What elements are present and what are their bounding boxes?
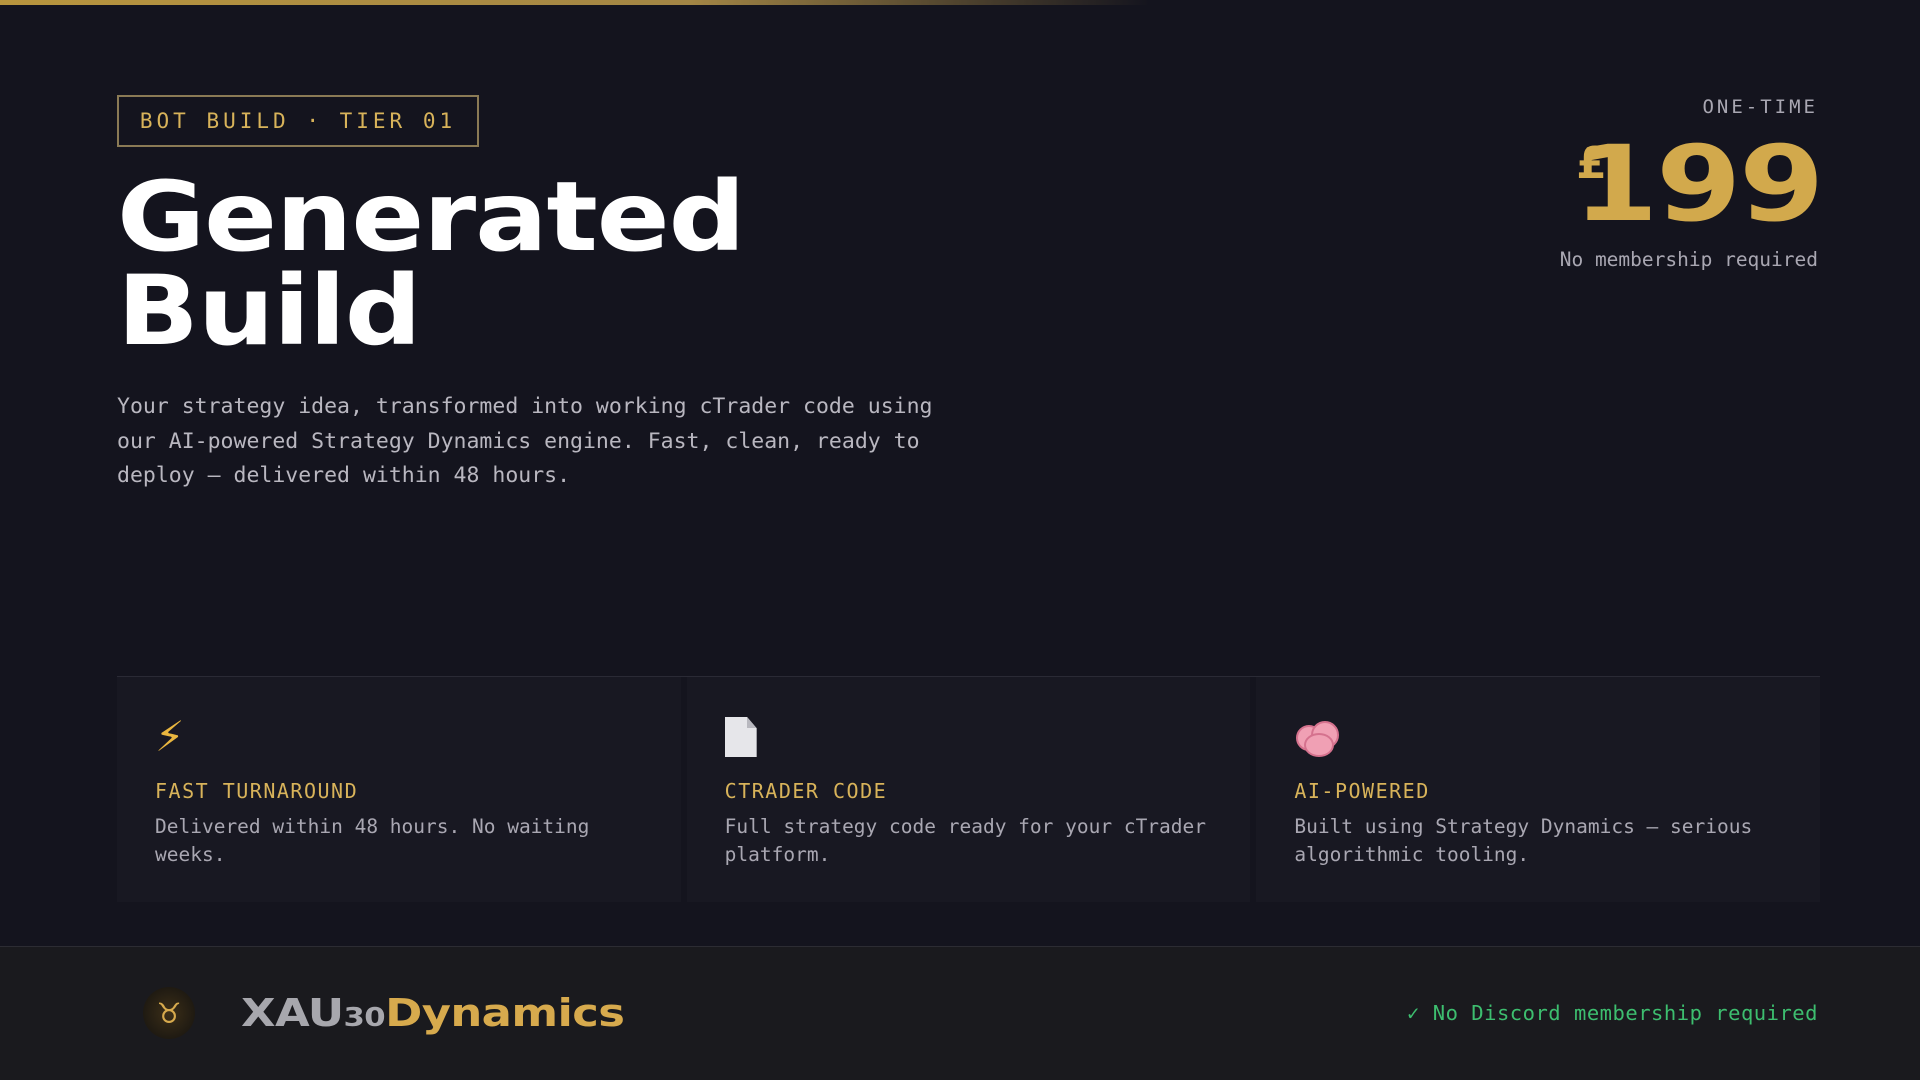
tier-badge: BOT BUILD · TIER 01	[117, 95, 479, 147]
price-note: No membership required	[1559, 248, 1818, 271]
discord-membership-note: ✓ No Discord membership required	[1407, 1001, 1818, 1025]
feature-card-fast-turnaround: ⚡ FAST TURNAROUND Delivered within 48 ho…	[117, 677, 681, 902]
page-title: Generated Build	[117, 161, 746, 367]
top-accent-bar	[0, 0, 1150, 5]
feature-title: CTRADER CODE	[724, 779, 888, 803]
brand-name-part-3: Dynamics	[385, 991, 625, 1035]
hero-description: Your strategy idea, transformed into wor…	[117, 394, 933, 488]
feature-text: Built using Strategy Dynamics — serious …	[1294, 815, 1753, 866]
page-title-line-1: Generated	[117, 161, 746, 273]
page-title-line-2: Build	[117, 255, 422, 367]
lightning-bolt-icon: ⚡	[155, 712, 185, 761]
brand-name: XAU30Dynamics	[241, 989, 625, 1042]
feature-text: Full strategy code ready for your cTrade…	[724, 815, 1207, 866]
brand-name-part-1: XAU	[241, 991, 344, 1035]
feature-title: AI-POWERED	[1294, 779, 1430, 803]
feature-card-ctrader-code: CTRADER CODE Full strategy code ready fo…	[686, 677, 1251, 902]
brain-icon	[1294, 715, 1340, 759]
feature-card-ai-powered: AI-POWERED Built using Strategy Dynamics…	[1256, 677, 1821, 902]
price-amount: 199	[1572, 123, 1824, 245]
document-icon	[724, 715, 765, 759]
price-type-label: ONE-TIME	[1702, 96, 1818, 118]
brand-name-part-2: 30	[343, 1003, 386, 1033]
product-page: BOT BUILD · TIER 01 Generated Build Your…	[0, 0, 1920, 1080]
bull-logo-icon: ♉	[143, 987, 195, 1039]
feature-text: Delivered within 48 hours. No waiting we…	[155, 815, 590, 866]
feature-list: ⚡ FAST TURNAROUND Delivered within 48 ho…	[117, 677, 1821, 902]
price: £ 199	[1572, 123, 1824, 245]
feature-title: FAST TURNAROUND	[155, 779, 359, 803]
footer: ♉ XAU30Dynamics ✓ No Discord membership …	[0, 946, 1920, 1080]
